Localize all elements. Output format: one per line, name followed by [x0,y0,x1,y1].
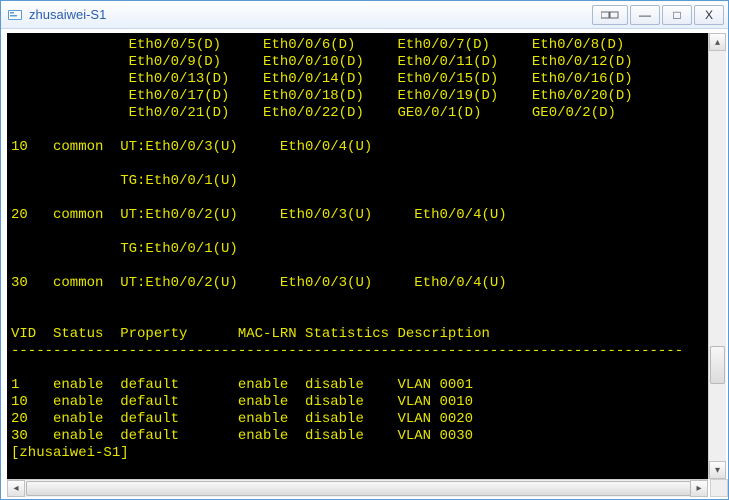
content-area: Eth0/0/5(D) Eth0/0/6(D) Eth0/0/7(D) Eth0… [1,29,728,499]
scroll-corner [710,479,728,497]
close-button[interactable]: X [694,5,724,25]
tab-switch-button[interactable] [592,5,628,25]
titlebar[interactable]: zhusaiwei-S1 — □ X [1,1,728,29]
maximize-button[interactable]: □ [662,5,692,25]
hscroll-track[interactable] [25,480,690,497]
horizontal-scrollbar[interactable]: ◂ ▸ [7,479,708,497]
window-title: zhusaiwei-S1 [29,7,106,22]
terminal-wrap: Eth0/0/5(D) Eth0/0/6(D) Eth0/0/7(D) Eth0… [1,29,728,479]
scroll-right-arrow-icon[interactable]: ▸ [690,480,708,497]
vscroll-track[interactable] [709,51,726,461]
scroll-left-arrow-icon[interactable]: ◂ [7,480,25,497]
scroll-up-arrow-icon[interactable]: ▴ [709,33,726,51]
vscroll-thumb[interactable] [710,346,725,384]
bottom-scroll-row: ◂ ▸ [1,479,728,499]
hscroll-thumb[interactable] [26,481,691,496]
minimize-button[interactable]: — [630,5,660,25]
app-icon [7,7,23,23]
terminal-output[interactable]: Eth0/0/5(D) Eth0/0/6(D) Eth0/0/7(D) Eth0… [7,33,708,479]
scroll-down-arrow-icon[interactable]: ▾ [709,461,726,479]
terminal-window: zhusaiwei-S1 — □ X Eth0/0/5(D) Eth0/0/6(… [0,0,729,500]
vertical-scrollbar[interactable]: ▴ ▾ [708,33,726,479]
